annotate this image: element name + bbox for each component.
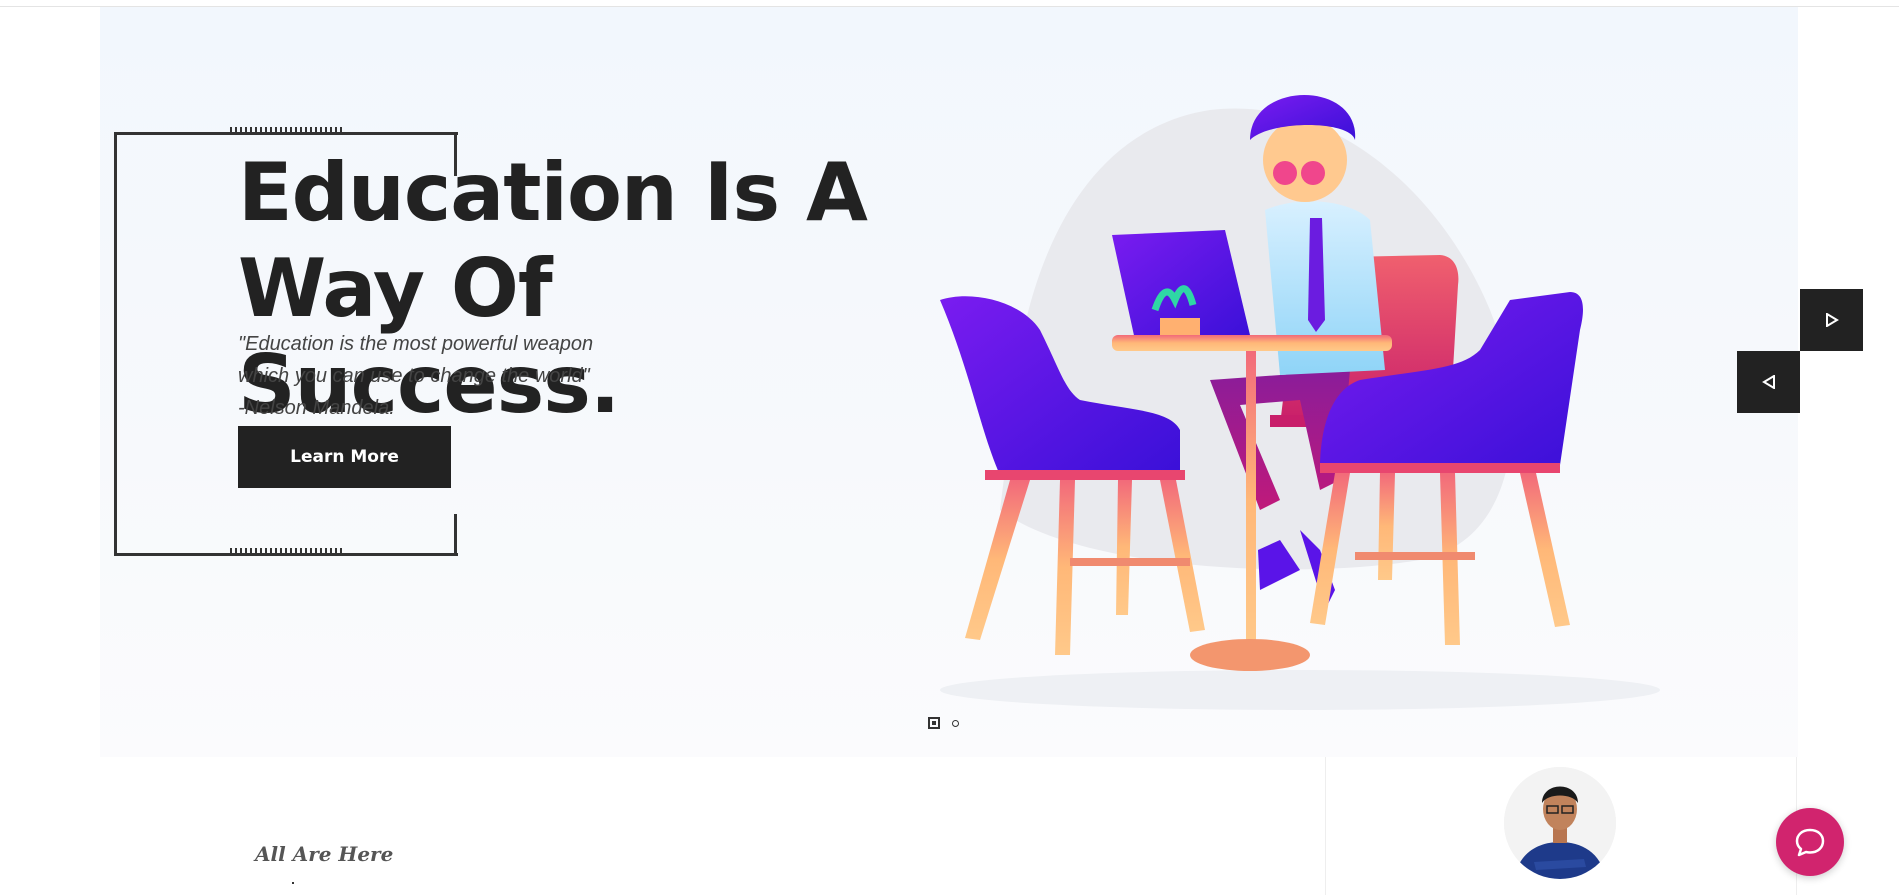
learn-more-button[interactable]: Learn More <box>238 426 451 488</box>
hero-quote: "Education is the most powerful weapon w… <box>238 328 658 424</box>
hero-headline-line1: Education Is A <box>238 146 868 239</box>
chat-button[interactable] <box>1776 808 1844 876</box>
chat-bubble-icon <box>1795 828 1825 857</box>
slider-dot-2[interactable] <box>952 719 959 727</box>
slider-prev-button[interactable] <box>1737 351 1800 413</box>
avatar-photo <box>1504 767 1616 879</box>
slider-next-button[interactable] <box>1800 289 1863 351</box>
play-left-icon <box>1761 375 1775 389</box>
quote-line1: "Education is the most powerful weapon <box>238 333 594 355</box>
slider-pagination <box>928 717 959 729</box>
subtitle-decoration <box>292 882 294 884</box>
quote-line2: which you can use to change the world" <box>238 365 590 387</box>
play-right-icon <box>1825 313 1839 327</box>
section-subtitle: All Are Here <box>255 842 394 866</box>
slider-dot-1[interactable] <box>928 717 940 729</box>
quote-author: -Nelson Mandela. <box>238 397 395 419</box>
student-at-desk-illustration <box>940 95 1660 710</box>
intro-section <box>100 757 1325 895</box>
avatar <box>1504 767 1616 879</box>
